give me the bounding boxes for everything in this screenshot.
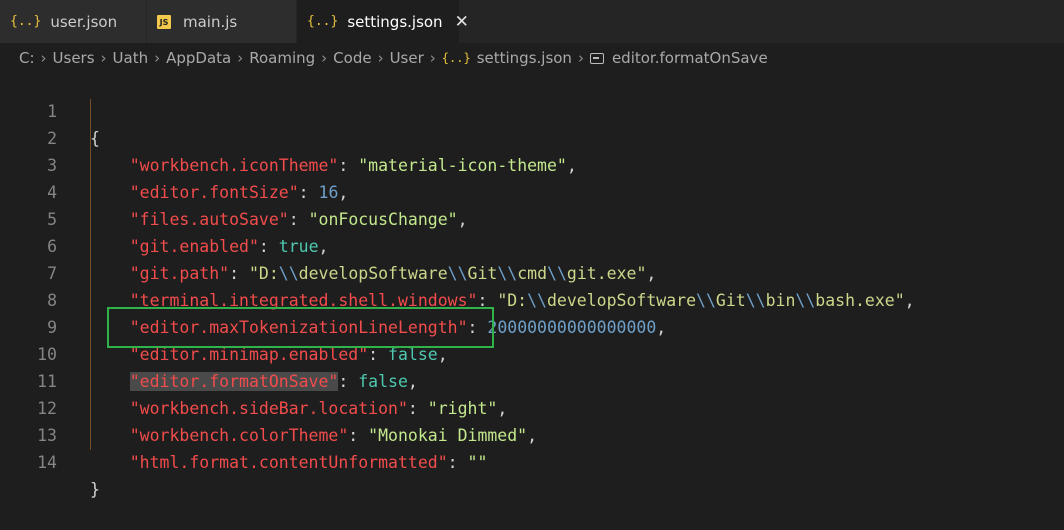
tab-user-json[interactable]: {..} user.json (0, 0, 147, 43)
highlight-annotation-box (107, 307, 494, 348)
code-line: 14 } (0, 422, 1064, 499)
chevron-right-icon: › (577, 49, 584, 67)
code-line: 1 { (0, 71, 1064, 148)
tab-settings-json[interactable]: {..} settings.json ✕ (297, 0, 469, 43)
tab-label: user.json (50, 12, 118, 31)
breadcrumb-item[interactable]: Users (53, 49, 95, 67)
code-line: 4 "files.autoSave": "onFocusChange", (0, 152, 1064, 229)
breadcrumb-item[interactable]: Roaming (249, 49, 315, 67)
line-content: "html.format.contentUnformatted": "" (90, 449, 488, 476)
code-line: 5 "git.enabled": true, (0, 179, 1064, 256)
code-line: 2 "workbench.iconTheme": "material-icon-… (0, 98, 1064, 175)
json-braces-icon: {..} (307, 14, 339, 29)
json-braces-icon: {..} (441, 51, 471, 65)
chevron-right-icon: › (154, 49, 161, 67)
tab-label: main.js (183, 12, 238, 31)
chevron-right-icon: › (100, 49, 107, 67)
tab-main-js[interactable]: JS main.js (147, 0, 297, 43)
colon: : (447, 453, 468, 472)
code-line: 13 "html.format.contentUnformatted": "" (0, 395, 1064, 472)
breadcrumb: C: › Users › Uath › AppData › Roaming › … (19, 47, 768, 69)
breadcrumb-item[interactable]: editor.formatOnSave (612, 49, 768, 67)
chevron-right-icon: › (429, 49, 436, 67)
json-key: "html.format.contentUnformatted" (129, 453, 448, 472)
chevron-right-icon: › (377, 49, 384, 67)
line-number: 14 (37, 453, 57, 472)
breadcrumb-item[interactable]: AppData (166, 49, 231, 67)
code-line: 12 "workbench.colorTheme": "Monokai Dimm… (0, 368, 1064, 445)
code-line: 7 "terminal.integrated.shell.windows": "… (0, 233, 1064, 310)
code-editor[interactable]: 1 { 2 "workbench.iconTheme": "material-i… (0, 71, 1064, 504)
tab-label: settings.json (347, 12, 443, 31)
code-line: 6 "git.path": "D:\\developSoftware\\Git\… (0, 206, 1064, 283)
breadcrumb-item[interactable]: settings.json (477, 49, 572, 67)
chevron-right-icon: › (321, 49, 328, 67)
code-line: 8 "editor.maxTokenizationLineLength": 20… (0, 260, 1064, 337)
breadcrumb-item[interactable]: Code (333, 49, 371, 67)
line-content: } (90, 476, 100, 503)
breadcrumb-item[interactable]: Uath (113, 49, 149, 67)
json-braces-icon: {..} (10, 14, 42, 29)
breadcrumb-item[interactable]: User (390, 49, 424, 67)
json-value: "" (467, 453, 488, 472)
property-icon (589, 52, 604, 64)
close-brace: } (90, 480, 100, 499)
js-file-icon: JS (157, 14, 171, 29)
tab-bar: {..} user.json JS main.js {..} settings.… (0, 0, 1064, 43)
chevron-right-icon: › (237, 49, 244, 67)
breadcrumb-item[interactable]: C: (19, 49, 35, 67)
code-line: 3 "editor.fontSize": 16, (0, 125, 1064, 202)
chevron-right-icon: › (40, 49, 47, 67)
close-icon[interactable]: ✕ (455, 12, 469, 32)
